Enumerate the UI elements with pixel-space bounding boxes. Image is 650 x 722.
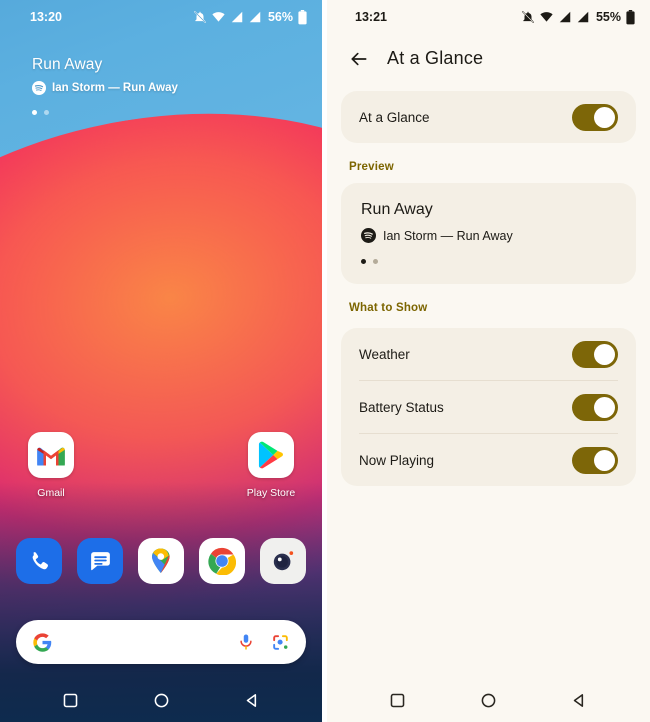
home-screen-phone: 13:20 56% Run Away Ian Storm — Run Away … (0, 0, 322, 722)
signal-icon-1 (559, 11, 571, 23)
app-grid-row: Gmail Play Store (0, 432, 322, 499)
battery-icon (298, 9, 307, 24)
signal-icon-2 (249, 11, 261, 23)
at-a-glance-master-card: At a Glance (341, 91, 636, 143)
back-arrow-icon[interactable] (349, 49, 369, 69)
preview-section-header: Preview (349, 161, 394, 173)
google-search-bar[interactable] (16, 620, 306, 664)
app-label: Gmail (37, 487, 65, 499)
row-label: At a Glance (359, 109, 430, 125)
status-bar: 13:21 55% (327, 0, 650, 34)
home-circle-icon[interactable] (153, 692, 170, 709)
page-dot-active (361, 259, 366, 264)
notifications-muted-icon (522, 11, 534, 23)
back-triangle-icon[interactable] (244, 692, 261, 709)
at-a-glance-toggle[interactable] (572, 103, 618, 131)
messages-icon[interactable] (77, 538, 123, 584)
wifi-icon (540, 12, 553, 22)
chrome-icon[interactable] (199, 538, 245, 584)
what-to-show-section-header: What to Show (349, 302, 428, 314)
google-g-icon (33, 632, 52, 652)
notifications-muted-icon (194, 11, 206, 23)
battery-percent-label: 55% (595, 10, 621, 24)
row-label: Weather (359, 346, 410, 362)
gmail-icon (28, 432, 74, 478)
toggle-knob (594, 343, 615, 365)
page-dot (44, 110, 49, 115)
page-dot (373, 259, 378, 264)
preview-card: Run Away Ian Storm — Run Away (341, 183, 636, 284)
app-gmail[interactable]: Gmail (18, 432, 84, 499)
status-time: 13:20 (30, 10, 62, 24)
spotify-icon (361, 228, 376, 243)
camera-icon[interactable] (260, 538, 306, 584)
phone-icon[interactable] (16, 538, 62, 584)
row-label: Battery Status (359, 399, 444, 415)
row-battery-status[interactable]: Battery Status (341, 381, 636, 433)
signal-icon-2 (577, 11, 589, 23)
navigation-bar (0, 678, 322, 722)
play-store-icon (248, 432, 294, 478)
glance-title: Run Away (32, 56, 103, 73)
battery-icon (626, 9, 635, 24)
preview-title: Run Away (361, 201, 433, 218)
toggle-knob (594, 396, 615, 418)
row-label: Now Playing (359, 452, 435, 468)
at-a-glance-master-row[interactable]: At a Glance (341, 91, 636, 143)
row-now-playing[interactable]: Now Playing (341, 434, 636, 486)
wifi-icon (212, 12, 225, 22)
page-dot-active (32, 110, 37, 115)
toggle-knob (594, 449, 615, 471)
toggle-knob (594, 106, 615, 128)
status-icons: 56% (193, 9, 308, 25)
back-triangle-icon[interactable] (571, 692, 588, 709)
settings-phone: 13:21 55% At a Glance At a Glance Previe… (327, 0, 650, 722)
glance-subtitle: Ian Storm — Run Away (52, 82, 178, 94)
recents-square-icon[interactable] (389, 692, 406, 709)
navigation-bar (327, 678, 650, 722)
page-title: At a Glance (387, 48, 484, 68)
microphone-icon[interactable] (237, 633, 255, 651)
glance-page-dots (32, 110, 322, 115)
preview-subtitle: Ian Storm — Run Away (383, 228, 513, 243)
weather-toggle[interactable] (572, 340, 618, 368)
app-label: Play Store (246, 487, 296, 499)
signal-icon-1 (231, 11, 243, 23)
battery-status-toggle[interactable] (572, 393, 618, 421)
spotify-icon (32, 81, 46, 95)
preview-page-dots (361, 259, 616, 264)
status-time: 13:21 (355, 10, 387, 24)
row-weather[interactable]: Weather (341, 328, 636, 380)
google-lens-icon[interactable] (271, 633, 290, 652)
now-playing-toggle[interactable] (572, 446, 618, 474)
recents-square-icon[interactable] (62, 692, 79, 709)
preview-subtitle-row: Ian Storm — Run Away (361, 228, 616, 243)
app-play-store[interactable]: Play Store (238, 432, 304, 499)
status-bar: 13:20 56% (0, 0, 322, 34)
dock (0, 538, 322, 584)
status-icons: 55% (521, 9, 636, 25)
at-a-glance-widget[interactable]: Run Away Ian Storm — Run Away (0, 34, 322, 115)
maps-icon[interactable] (138, 538, 184, 584)
home-circle-icon[interactable] (480, 692, 497, 709)
app-bar: At a Glance (327, 34, 650, 77)
what-to-show-card: Weather Battery Status Now Playing (341, 328, 636, 486)
glance-subtitle-row: Ian Storm — Run Away (32, 81, 322, 95)
battery-percent-label: 56% (267, 10, 293, 24)
